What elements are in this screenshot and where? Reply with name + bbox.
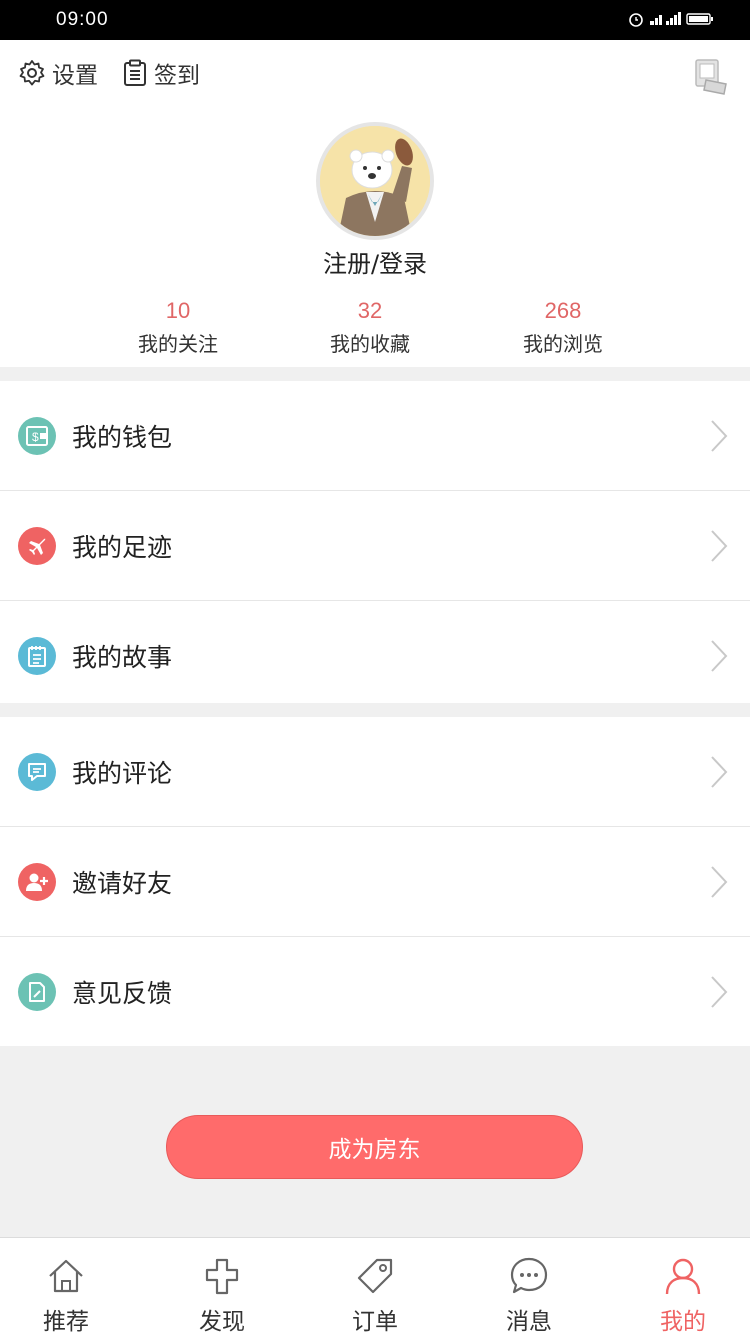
menu-item-footprints[interactable]: 我的足迹	[0, 491, 750, 601]
bottom-tab-bar: 推荐 发现 订单 消息 我的	[0, 1237, 750, 1335]
alarm-icon	[629, 13, 643, 27]
clipboard-icon	[124, 59, 146, 86]
menu-item-feedback[interactable]: 意见反馈	[0, 937, 750, 1047]
notebook-icon	[18, 637, 56, 675]
chevron-right-icon	[711, 419, 728, 452]
menu-item-stories[interactable]: 我的故事	[0, 601, 750, 711]
menu-item-wallet[interactable]: $ 我的钱包	[0, 381, 750, 491]
tab-orders[interactable]: 订单	[300, 1238, 450, 1335]
tag-icon	[357, 1258, 393, 1294]
signal-icon	[650, 12, 681, 25]
person-icon	[665, 1258, 701, 1295]
stat-value: 32	[357, 298, 383, 323]
tab-messages[interactable]: 消息	[454, 1238, 604, 1335]
bear-avatar-illustration	[320, 126, 430, 236]
status-bar: 09:00	[0, 0, 750, 40]
tab-discover[interactable]: 发现	[147, 1238, 297, 1335]
comment-icon	[18, 752, 56, 791]
add-user-icon	[18, 862, 56, 901]
stat-label: 我的收藏	[330, 332, 410, 356]
stat-browsing[interactable]: 268 我的浏览	[483, 298, 643, 357]
stat-favorites[interactable]: 32 我的收藏	[290, 298, 450, 357]
stat-value: 10	[165, 298, 191, 323]
scan-device-icon[interactable]	[694, 58, 730, 100]
settings-label: 设置	[52, 63, 98, 89]
tab-recommend[interactable]: 推荐	[0, 1238, 141, 1335]
stat-label: 我的浏览	[523, 332, 603, 356]
tab-label: 消息	[506, 1309, 552, 1335]
status-time: 09:00	[56, 9, 109, 30]
airplane-icon	[18, 526, 56, 565]
stat-value: 268	[544, 298, 582, 323]
menu-group-primary: $ 我的钱包 我的足迹 我的故事	[0, 381, 750, 703]
checkin-button[interactable]: 签到	[122, 56, 200, 90]
chevron-right-icon	[711, 640, 728, 672]
menu-item-comments[interactable]: 我的评论	[0, 717, 750, 827]
menu-group-secondary: 我的评论 邀请好友 意见反馈	[0, 717, 750, 1046]
tab-label: 我的	[660, 1309, 706, 1335]
avatar[interactable]	[316, 122, 434, 240]
wallet-icon: $	[18, 416, 56, 455]
tab-label: 推荐	[43, 1309, 89, 1335]
register-login-link[interactable]: 注册/登录	[0, 244, 750, 279]
battery-icon	[686, 13, 713, 25]
menu-item-invite-friends[interactable]: 邀请好友	[0, 827, 750, 937]
chevron-right-icon	[711, 529, 728, 562]
stat-label: 我的关注	[138, 332, 218, 356]
svg-text:$: $	[32, 430, 39, 444]
profile-header: 设置 签到 注册/登录 10 我的关注 32 我的收藏 268 我的浏览	[0, 40, 750, 367]
house-icon	[49, 1259, 83, 1293]
status-icons	[628, 11, 714, 27]
gear-icon	[19, 60, 45, 86]
chevron-right-icon	[711, 755, 728, 788]
menu-label: 邀请好友	[72, 868, 173, 898]
menu-label: 我的足迹	[72, 532, 173, 562]
tab-label: 订单	[352, 1309, 398, 1335]
chat-bubble-icon	[510, 1257, 548, 1294]
stat-following[interactable]: 10 我的关注	[98, 298, 258, 357]
menu-label: 我的评论	[72, 758, 173, 788]
chevron-right-icon	[711, 976, 728, 1008]
become-landlord-button[interactable]: 成为房东	[166, 1115, 583, 1179]
menu-label: 我的故事	[72, 643, 173, 672]
menu-label: 意见反馈	[72, 979, 173, 1008]
tab-label: 发现	[199, 1309, 245, 1335]
menu-label: 我的钱包	[72, 422, 173, 452]
tab-mine[interactable]: 我的	[608, 1238, 750, 1335]
chevron-right-icon	[711, 865, 728, 898]
settings-button[interactable]: 设置	[18, 56, 98, 90]
cross-icon	[205, 1258, 239, 1295]
feedback-icon	[18, 973, 56, 1011]
checkin-label: 签到	[154, 63, 200, 89]
